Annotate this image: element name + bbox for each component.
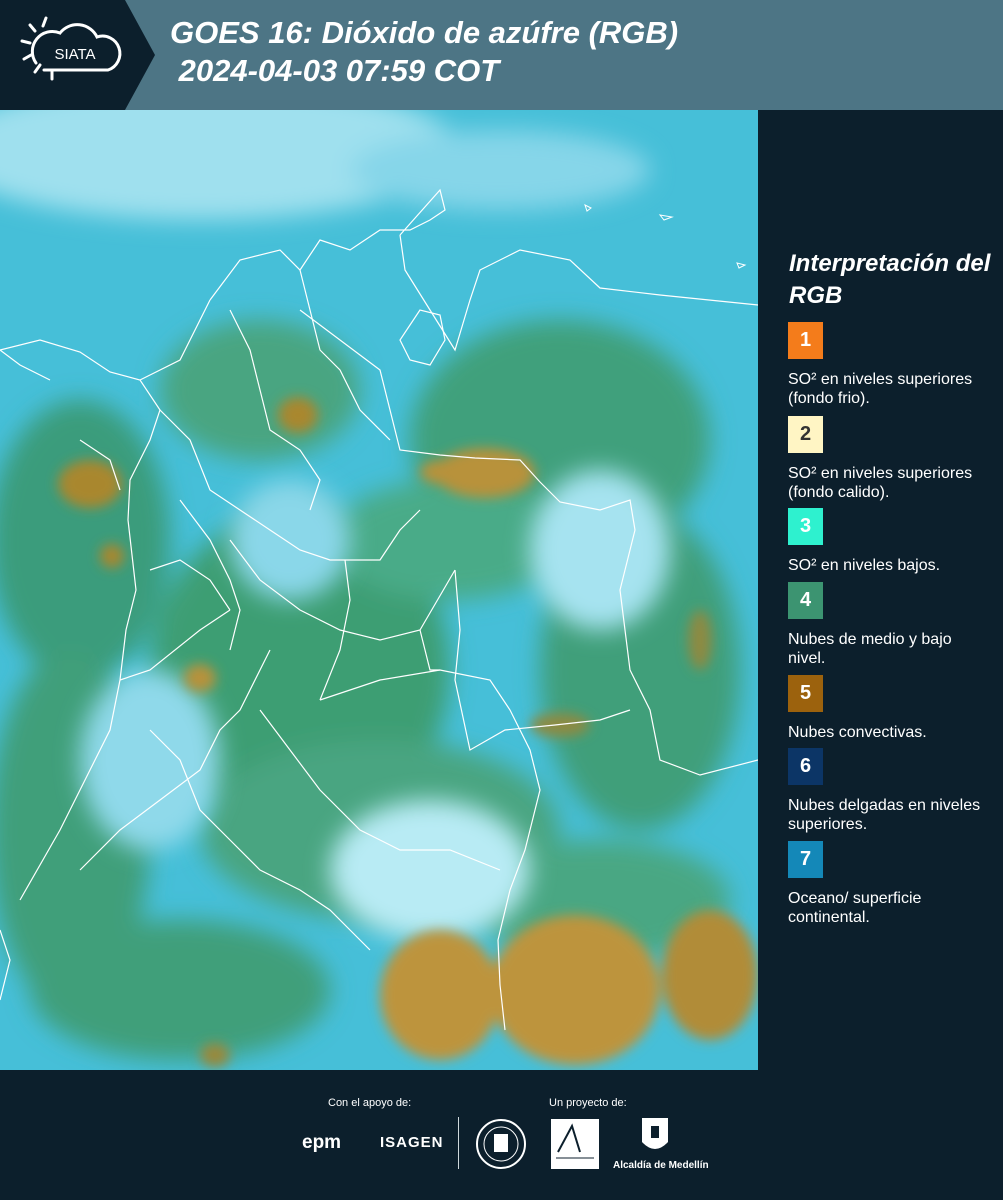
isagen-logo: ISAGEN [380, 1134, 444, 1151]
legend-item-5: 5 Nubes convectivas. [788, 675, 993, 742]
legend-swatch-5: 5 [788, 675, 823, 712]
legend-description: Nubes convectivas. [788, 724, 927, 741]
legend-description: Nubes delgadas en niveles superiores. [788, 797, 981, 833]
legend-swatch-2: 2 [788, 416, 823, 453]
support-label: Con el apoyo de: [328, 1097, 412, 1109]
epm-logo: epm [302, 1132, 342, 1153]
legend-swatch-4: 4 [788, 582, 823, 619]
page-title: GOES 16: Dióxido de azúfre (RGB) 2024-04… [170, 15, 679, 88]
legend-description: Oceano/ superficie continental. [788, 890, 922, 926]
footer: Con el apoyo de: Un proyecto de: epm ISA… [0, 1070, 1003, 1200]
medellin-seal-icon [476, 1119, 526, 1169]
legend-description: SO² en niveles superiores (fondo frio). [788, 371, 973, 407]
logo-text: SIATA [54, 46, 95, 63]
legend-item-2: 2 SO² en niveles superiores (fondo calid… [788, 416, 993, 502]
legend-item-4: 4 Nubes de medio y bajo nivel. [788, 582, 993, 668]
legend-description: SO² en niveles bajos. [788, 557, 941, 574]
legend-description: SO² en niveles superiores (fondo calido)… [788, 465, 973, 501]
legend-item-7: 7 Oceano/ superficie continental. [788, 841, 993, 927]
legend-title: Interpretación del RGB [789, 250, 991, 309]
legend-swatch-7: 7 [788, 841, 823, 878]
legend-swatch-1: 1 [788, 322, 823, 359]
legend-item-6: 6 Nubes delgadas en niveles superiores. [788, 748, 993, 834]
alcaldia-label: Alcaldía de Medellín [613, 1160, 709, 1171]
legend-panel: Interpretación del RGB 1 SO² en niveles … [760, 110, 1003, 1070]
satellite-map [0, 110, 758, 1070]
legend-item-1: 1 SO² en niveles superiores (fondo frio)… [788, 322, 993, 408]
footer-divider [458, 1117, 459, 1169]
header-bar: SIATA GOES 16: Dióxido de azúfre (RGB) 2… [0, 0, 1003, 110]
alcaldia-shield-icon [642, 1118, 668, 1149]
legend-item-3: 3 SO² en niveles bajos. [788, 508, 993, 575]
legend-description: Nubes de medio y bajo nivel. [788, 631, 952, 667]
legend-swatch-6: 6 [788, 748, 823, 785]
siata-logo: SIATA [0, 0, 155, 110]
project-label: Un proyecto de: [549, 1097, 627, 1109]
area-metropolitana-logo [551, 1119, 599, 1169]
legend-swatch-3: 3 [788, 508, 823, 545]
